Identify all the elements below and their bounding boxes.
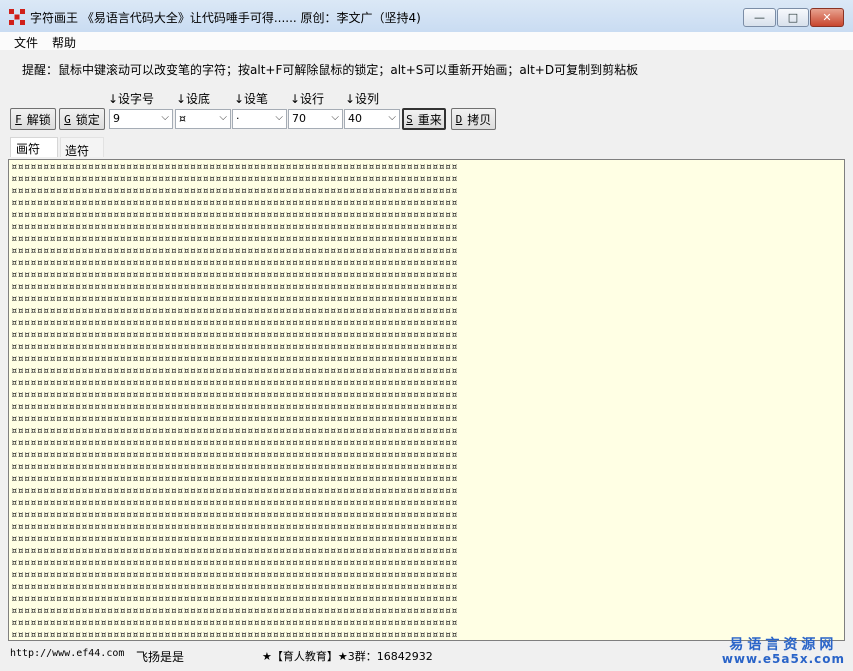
pen-char-label: ↓设笔 xyxy=(234,92,269,106)
menu-file[interactable]: 文件 xyxy=(14,34,38,51)
unlock-button[interactable]: F 解锁 xyxy=(10,108,56,130)
chevron-down-icon: ⌵ xyxy=(331,112,339,123)
chevron-down-icon: ⌵ xyxy=(161,112,169,123)
close-icon: ✕ xyxy=(822,11,832,24)
font-size-select[interactable]: 9 ⌵ xyxy=(109,109,173,129)
watermark-url: www.e5a5x.com xyxy=(721,652,845,666)
status-name: 飞扬是是 xyxy=(136,650,185,664)
status-group: ★【育人教育】★3群：16842932 xyxy=(262,650,433,663)
rows-label: ↓设行 xyxy=(290,92,325,106)
minimize-icon: — xyxy=(754,11,765,24)
watermark-logo: 易语言资源网 www.e5a5x.com xyxy=(722,634,845,666)
rows-select[interactable]: 70 ⌵ xyxy=(288,109,343,129)
menu-help[interactable]: 帮助 xyxy=(52,34,76,51)
background-char-select[interactable]: ¤ ⌵ xyxy=(175,109,231,129)
app-icon xyxy=(9,9,25,25)
chevron-down-icon: ⌵ xyxy=(275,112,283,123)
copy-button[interactable]: D 拷贝 xyxy=(451,108,496,130)
tab-make[interactable]: 造符 xyxy=(60,137,104,158)
tab-draw[interactable]: 画符 xyxy=(10,137,58,157)
chevron-down-icon: ⌵ xyxy=(219,112,227,123)
minimize-button[interactable]: — xyxy=(743,8,776,27)
hint-text: 提醒：鼠标中键滚动可以改变笔的字符；按alt+F可解除鼠标的锁定；alt+S可以… xyxy=(22,63,639,77)
drawing-canvas[interactable]: ¤¤¤¤¤¤¤¤¤¤¤¤¤¤¤¤¤¤¤¤¤¤¤¤¤¤¤¤¤¤¤¤¤¤¤¤¤¤¤¤… xyxy=(8,159,845,641)
watermark-title: 易语言资源网 xyxy=(729,637,838,653)
status-url: http://www.ef44.com xyxy=(10,648,125,659)
maximize-button[interactable]: □ xyxy=(777,8,809,27)
window-title: 字符画王 《易语言代码大全》让代码唾手可得...... 原创：李文广（坚持4) xyxy=(30,11,421,25)
chevron-down-icon: ⌵ xyxy=(388,112,396,123)
pen-char-select[interactable]: · ⌵ xyxy=(232,109,287,129)
title-bar: 字符画王 《易语言代码大全》让代码唾手可得...... 原创：李文广（坚持4) … xyxy=(0,0,853,33)
cols-label: ↓设列 xyxy=(345,92,380,106)
cols-select[interactable]: 40 ⌵ xyxy=(344,109,400,129)
font-size-label: ↓设字号 xyxy=(108,92,155,106)
restart-button[interactable]: S 重来 xyxy=(402,108,446,130)
background-char-label: ↓设底 xyxy=(176,92,211,106)
close-button[interactable]: ✕ xyxy=(810,8,844,27)
lock-button[interactable]: G 锁定 xyxy=(59,108,105,130)
maximize-icon: □ xyxy=(787,11,799,24)
character-grid: ¤¤¤¤¤¤¤¤¤¤¤¤¤¤¤¤¤¤¤¤¤¤¤¤¤¤¤¤¤¤¤¤¤¤¤¤¤¤¤¤… xyxy=(11,161,458,641)
menu-bar: 文件 帮助 xyxy=(0,32,853,50)
